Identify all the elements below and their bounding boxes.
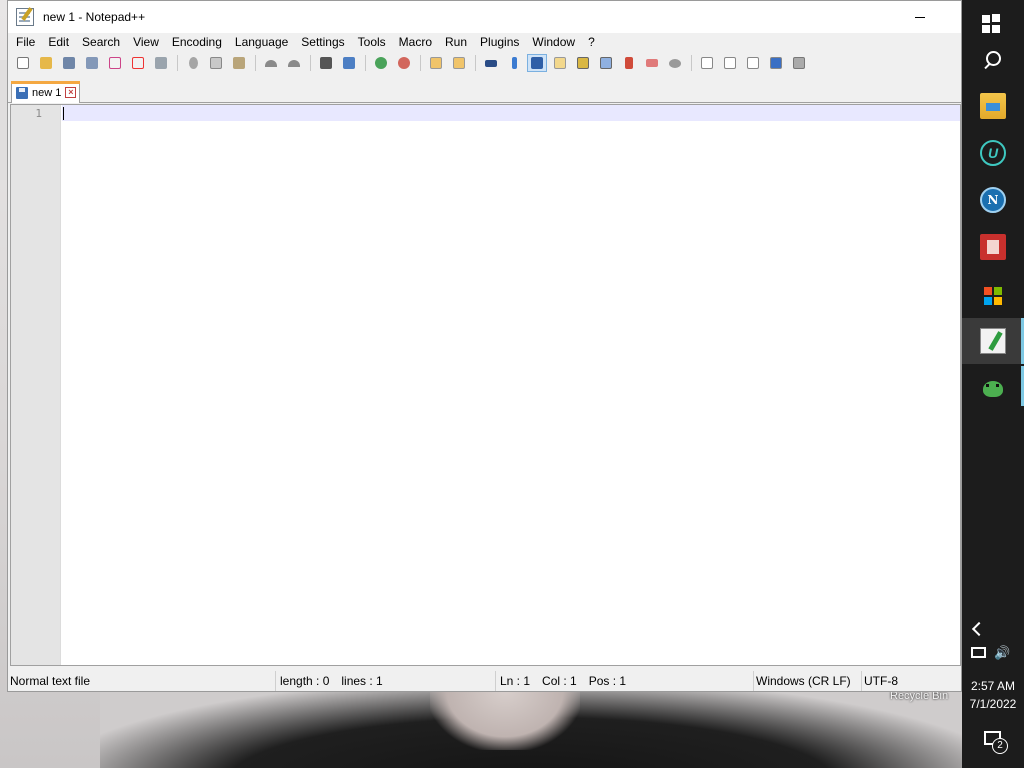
menu-tools[interactable]: Tools xyxy=(358,35,386,49)
menu-macro[interactable]: Macro xyxy=(399,35,432,49)
replace-icon[interactable] xyxy=(340,55,358,71)
cut-icon[interactable] xyxy=(184,55,202,71)
close-icon[interactable]: × xyxy=(65,87,77,98)
status-pos: Pos : 1 xyxy=(588,674,627,688)
u-app-icon[interactable]: U xyxy=(980,140,1006,166)
toolbar-separator xyxy=(310,55,311,71)
toolbar-separator xyxy=(255,55,256,71)
close-all-icon[interactable] xyxy=(129,55,147,71)
windows-start-icon[interactable] xyxy=(980,12,1006,38)
play-macro-icon[interactable] xyxy=(744,55,762,71)
toolbar-separator xyxy=(365,55,366,71)
tab-new-1[interactable]: new 1 × xyxy=(11,81,80,103)
toolbar-separator xyxy=(420,55,421,71)
desktop-wallpaper-highlight xyxy=(430,690,580,750)
window-title: new 1 - Notepad++ xyxy=(43,10,146,24)
find-icon[interactable] xyxy=(317,55,335,71)
tab-label: new 1 xyxy=(32,86,62,99)
new-file-icon[interactable] xyxy=(14,55,32,71)
status-position: Ln : 1 Col : 1 Pos : 1 xyxy=(496,671,754,691)
save-all-icon[interactable] xyxy=(83,55,101,71)
current-line-highlight xyxy=(62,105,960,121)
menu-language[interactable]: Language xyxy=(235,35,288,49)
word-wrap-icon[interactable] xyxy=(482,55,500,71)
toolbar-separator xyxy=(177,55,178,71)
function-list-icon[interactable] xyxy=(597,55,615,71)
sync-vertical-icon[interactable] xyxy=(427,55,445,71)
text-editor[interactable]: 1 xyxy=(10,104,961,666)
notepad-plus-plus-taskbar-icon[interactable] xyxy=(980,328,1006,354)
run-macro-multiple-icon[interactable] xyxy=(767,55,785,71)
menu-plugins[interactable]: Plugins xyxy=(480,35,519,49)
save-macro-icon[interactable] xyxy=(790,55,808,71)
save-icon xyxy=(16,86,28,99)
menu-file[interactable]: File xyxy=(16,35,35,49)
text-caret xyxy=(63,107,64,120)
paste-icon[interactable] xyxy=(230,55,248,71)
menu-help[interactable]: ? xyxy=(588,35,595,49)
file-explorer-icon[interactable] xyxy=(980,93,1006,119)
status-ln: Ln : 1 xyxy=(500,674,531,688)
redo-icon[interactable] xyxy=(285,55,303,71)
minimize-button[interactable] xyxy=(897,1,943,33)
undo-icon[interactable] xyxy=(262,55,280,71)
menu-encoding[interactable]: Encoding xyxy=(172,35,222,49)
status-eol[interactable]: Windows (CR LF) xyxy=(754,671,862,691)
stop-macro-icon[interactable] xyxy=(721,55,739,71)
taskbar: U N 🔊 2:57 AM 7/1/2022 2 xyxy=(962,0,1024,768)
record-macro-icon[interactable] xyxy=(698,55,716,71)
status-lines: lines : 1 xyxy=(341,674,383,688)
close-icon[interactable] xyxy=(106,55,124,71)
print-icon[interactable] xyxy=(152,55,170,71)
zoom-in-icon[interactable] xyxy=(372,55,390,71)
menu-window[interactable]: Window xyxy=(532,35,575,49)
line-number-gutter: 1 xyxy=(11,105,61,665)
save-icon[interactable] xyxy=(60,55,78,71)
microsoft-store-icon[interactable] xyxy=(980,281,1006,307)
status-length: length : 0 xyxy=(280,674,330,688)
monitoring-icon[interactable] xyxy=(643,55,661,71)
clock-time[interactable]: 2:57 AM xyxy=(962,679,1024,693)
status-bar: Normal text file length : 0 lines : 1 Ln… xyxy=(8,671,961,691)
menu-edit[interactable]: Edit xyxy=(48,35,69,49)
frog-app-icon[interactable] xyxy=(980,376,1006,402)
notepad-plus-plus-window: new 1 - Notepad++ File Edit Search View … xyxy=(7,0,962,692)
menu-bar: File Edit Search View Encoding Language … xyxy=(8,33,961,50)
search-icon[interactable] xyxy=(980,47,1006,73)
status-col: Col : 1 xyxy=(542,674,577,688)
doc-map-icon[interactable] xyxy=(574,55,592,71)
menu-settings[interactable]: Settings xyxy=(301,35,344,49)
clock-date[interactable]: 7/1/2022 xyxy=(962,697,1024,711)
tab-bar: new 1 × xyxy=(8,79,961,103)
background-window-edge xyxy=(0,60,7,180)
toolbar xyxy=(8,52,961,74)
menu-search[interactable]: Search xyxy=(82,35,120,49)
pdf-app-icon[interactable] xyxy=(980,234,1006,260)
volume-icon[interactable]: 🔊 xyxy=(994,646,1012,660)
user-defined-lang-icon[interactable] xyxy=(551,55,569,71)
menu-view[interactable]: View xyxy=(133,35,159,49)
zoom-out-icon[interactable] xyxy=(395,55,413,71)
folder-as-workspace-icon[interactable] xyxy=(620,55,638,71)
notepad-icon[interactable] xyxy=(16,8,34,26)
n-app-icon[interactable]: N xyxy=(980,187,1006,213)
network-icon[interactable] xyxy=(971,647,986,658)
panel-icon[interactable] xyxy=(666,55,684,71)
chevron-left-icon[interactable] xyxy=(971,621,987,637)
notification-count-badge: 2 xyxy=(992,738,1008,754)
open-file-icon[interactable] xyxy=(37,55,55,71)
toolbar-separator xyxy=(691,55,692,71)
status-encoding[interactable]: UTF-8 xyxy=(862,671,960,691)
show-all-chars-icon[interactable] xyxy=(505,55,523,71)
copy-icon[interactable] xyxy=(207,55,225,71)
status-length-lines: length : 0 lines : 1 xyxy=(276,671,496,691)
indent-guide-icon[interactable] xyxy=(527,54,547,72)
sync-horizontal-icon[interactable] xyxy=(450,55,468,71)
toolbar-separator xyxy=(475,55,476,71)
line-number: 1 xyxy=(35,107,42,120)
menu-run[interactable]: Run xyxy=(445,35,467,49)
title-bar[interactable]: new 1 - Notepad++ xyxy=(8,1,961,33)
status-file-type: Normal text file xyxy=(8,671,276,691)
